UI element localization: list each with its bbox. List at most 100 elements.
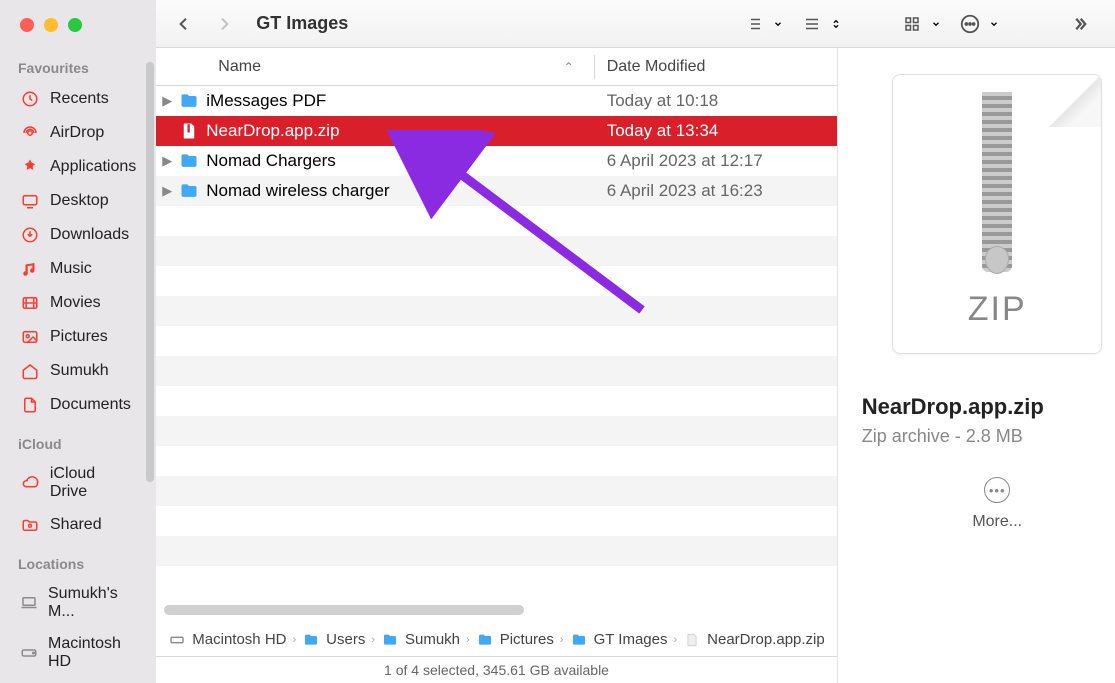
folder-mini-icon — [570, 631, 588, 649]
sidebar-item-home[interactable]: Sumukh — [16, 354, 140, 388]
sidebar-item-label: Desktop — [50, 192, 109, 210]
disclosure-triangle-icon[interactable]: ▶ — [156, 153, 178, 169]
sidebar-item-machine[interactable]: Sumukh's M... — [16, 578, 140, 628]
group-icon — [795, 10, 829, 38]
documents-icon — [20, 395, 40, 415]
sidebar-item-label: Applications — [50, 158, 136, 176]
forward-button[interactable] — [210, 10, 238, 38]
sidebar-item-documents[interactable]: Documents — [16, 388, 140, 422]
column-headers: Name ⌃ Date Modified — [156, 48, 836, 86]
sidebar-item-macintosh-hd[interactable]: Macintosh HD — [16, 628, 140, 678]
sidebar-item-label: Movies — [50, 294, 101, 312]
home-icon — [20, 361, 40, 381]
sidebar-item-pictures[interactable]: Pictures — [16, 320, 140, 354]
sidebar-item-downloads[interactable]: Downloads — [16, 218, 140, 252]
path-label: Pictures — [500, 631, 554, 648]
path-segment[interactable]: Users — [302, 631, 365, 649]
sidebar-scrollbar[interactable] — [146, 62, 154, 482]
file-date: Today at 13:34 — [595, 121, 837, 141]
toolbar: GT Images — [156, 0, 1115, 48]
sidebar-item-movies[interactable]: Movies — [16, 286, 140, 320]
sidebar-item-label: AirDrop — [50, 124, 104, 142]
chevron-right-icon: › — [560, 634, 564, 646]
path-segment[interactable]: Sumukh — [381, 631, 460, 649]
folder-mini-icon — [381, 631, 399, 649]
chevron-right-icon: › — [371, 634, 375, 646]
chevron-up-down-icon — [831, 17, 841, 31]
sidebar-item-recents[interactable]: Recents — [16, 82, 140, 116]
group-by-button[interactable] — [795, 10, 841, 38]
chevron-down-icon — [773, 19, 783, 29]
sidebar-item-label: Downloads — [50, 226, 129, 244]
overflow-button[interactable] — [1063, 10, 1097, 38]
file-name: NearDrop.app.zip — [206, 121, 594, 141]
grid-icon — [895, 10, 929, 38]
airdrop-icon — [20, 123, 40, 143]
file-row[interactable]: ▶ iMessages PDF Today at 10:18 — [156, 86, 836, 116]
sidebar-item-airdrop[interactable]: AirDrop — [16, 116, 140, 150]
path-label: Users — [326, 631, 365, 648]
more-actions-button[interactable]: ••• — [984, 477, 1010, 503]
movies-icon — [20, 293, 40, 313]
ellipsis-icon: ••• — [989, 483, 1006, 498]
column-date-label: Date Modified — [607, 58, 706, 75]
back-button[interactable] — [170, 10, 198, 38]
file-row[interactable]: ▶ Nomad Chargers 6 April 2023 at 12:17 — [156, 146, 836, 176]
view-list-button[interactable] — [737, 10, 783, 38]
zoom-window-button[interactable] — [68, 18, 82, 32]
horizontal-scrollbar[interactable] — [164, 603, 828, 617]
sidebar-section-icloud: iCloud iCloud Drive Shared — [0, 426, 156, 546]
sidebar-item-desktop[interactable]: Desktop — [16, 184, 140, 218]
status-bar: 1 of 4 selected, 345.61 GB available — [156, 657, 836, 683]
file-name: iMessages PDF — [206, 91, 594, 111]
path-segment[interactable]: NearDrop.app.zip — [683, 631, 825, 649]
sidebar-item-music[interactable]: Music — [16, 252, 140, 286]
column-name[interactable]: Name ⌃ — [156, 58, 593, 76]
action-menu-button[interactable] — [953, 10, 999, 38]
column-name-label: Name — [218, 58, 261, 76]
file-row[interactable]: ▶ Nomad wireless charger 6 April 2023 at… — [156, 176, 836, 206]
preview-thumbnail: ZIP — [892, 74, 1102, 354]
sidebar-item-label: iCloud Drive — [50, 465, 136, 501]
sort-ascending-icon: ⌃ — [564, 60, 574, 74]
column-date[interactable]: Date Modified — [595, 58, 837, 76]
folder-icon — [178, 180, 200, 202]
disclosure-triangle-icon[interactable]: ▶ — [156, 93, 178, 109]
sidebar-section-locations: Locations Sumukh's M... Macintosh HD — [0, 546, 156, 682]
sidebar-item-label: Macintosh HD — [48, 635, 136, 671]
sidebar: Favourites Recents AirDrop Applications … — [0, 0, 156, 683]
sidebar-item-label: Recents — [50, 90, 109, 108]
clock-icon — [20, 89, 40, 109]
list-view-icon — [737, 10, 771, 38]
file-name: Nomad Chargers — [206, 151, 594, 171]
chevron-right-icon: › — [466, 634, 470, 646]
sidebar-item-icloud-drive[interactable]: iCloud Drive — [16, 458, 140, 508]
chevron-down-icon — [931, 19, 941, 29]
laptop-icon — [20, 593, 38, 613]
sidebar-item-label: Shared — [50, 516, 102, 534]
minimize-window-button[interactable] — [44, 18, 58, 32]
preview-pane: ZIP NearDrop.app.zip Zip archive - 2.8 M… — [837, 48, 1115, 683]
sidebar-item-shared[interactable]: Shared — [16, 508, 140, 542]
icon-size-button[interactable] — [895, 10, 941, 38]
more-label: More... — [972, 513, 1022, 531]
path-label: Macintosh HD — [192, 631, 286, 648]
disk-icon — [20, 643, 38, 663]
close-window-button[interactable] — [20, 18, 34, 32]
path-label: GT Images — [594, 631, 668, 648]
path-segment[interactable]: Pictures — [476, 631, 554, 649]
path-label: NearDrop.app.zip — [707, 631, 825, 648]
sidebar-item-applications[interactable]: Applications — [16, 150, 140, 184]
file-row-selected[interactable]: NearDrop.app.zip Today at 13:34 — [156, 116, 836, 146]
path-segment[interactable]: Macintosh HD — [168, 631, 286, 649]
path-segment[interactable]: GT Images — [570, 631, 668, 649]
sidebar-item-label: Sumukh — [50, 362, 109, 380]
preview-file-subtitle: Zip archive - 2.8 MB — [862, 426, 1023, 447]
disclosure-triangle-icon[interactable]: ▶ — [156, 183, 178, 199]
chevron-right-icon: › — [292, 634, 296, 646]
window-title: GT Images — [256, 13, 348, 34]
search-button[interactable] — [1109, 10, 1115, 38]
zip-file-icon — [178, 120, 200, 142]
file-list: ▶ iMessages PDF Today at 10:18 NearDrop.… — [156, 86, 836, 623]
path-label: Sumukh — [405, 631, 460, 648]
